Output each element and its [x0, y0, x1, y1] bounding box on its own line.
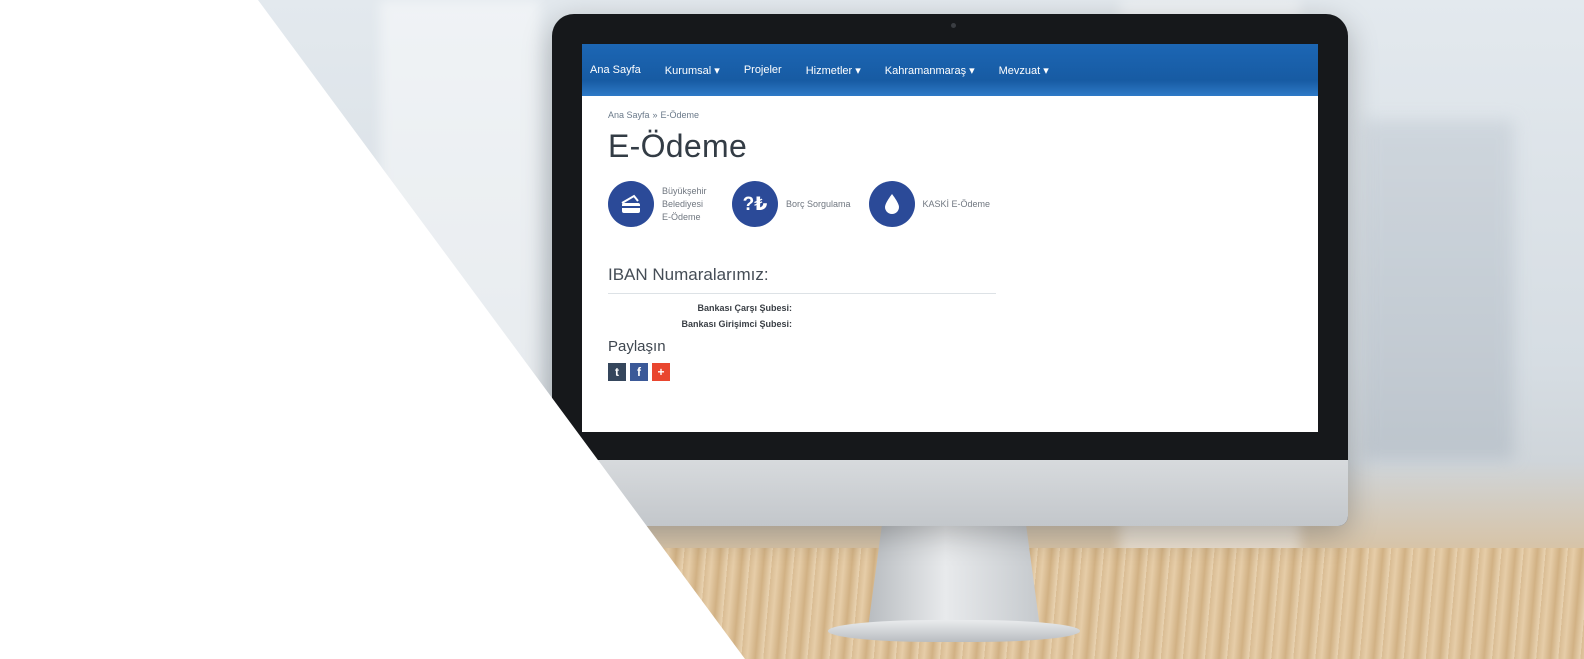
page-content: Ana Sayfa» E-Ödeme E-Ödeme Büyükşehir Bel… — [582, 96, 1318, 381]
breadcrumb-current: E-Ödeme — [660, 110, 700, 120]
monitor-screen: Ana Sayfa Kurumsal ▾ Projeler Hizmetler … — [582, 44, 1318, 432]
monitor-chin — [552, 460, 1348, 526]
monitor: Ana Sayfa Kurumsal ▾ Projeler Hizmetler … — [552, 14, 1348, 526]
facebook-icon[interactable]: f — [630, 363, 648, 381]
nav-item-mevzuat[interactable]: Mevzuat ▾ — [997, 60, 1051, 81]
share-heading: Paylaşın — [608, 338, 666, 355]
background-shelf — [1364, 120, 1514, 460]
iban-row: Bankası Çarşı Şubesi: — [697, 303, 792, 313]
payment-options: Büyükşehir Belediyesi E-Ödeme ?₺ Borç So… — [608, 181, 1290, 227]
card-payment-icon — [608, 181, 654, 227]
nav-item-hizmetler[interactable]: Hizmetler ▾ — [804, 60, 863, 81]
plus-share-icon[interactable]: + — [652, 363, 670, 381]
payment-label-line: Belediyesi — [662, 198, 704, 209]
payment-label-line: E-Ödeme — [662, 211, 701, 222]
payment-option-label: KASKİ E-Ödeme — [922, 198, 991, 209]
payment-label-line: Büyükşehir — [662, 185, 707, 196]
share-buttons: t f + — [608, 363, 1290, 381]
monitor-stand — [868, 526, 1040, 628]
top-navbar: Ana Sayfa Kurumsal ▾ Projeler Hizmetler … — [582, 44, 1318, 96]
monitor-stand-base — [828, 620, 1080, 642]
nav-item-projeler[interactable]: Projeler — [742, 60, 784, 80]
nav-item-ana-sayfa[interactable]: Ana Sayfa — [588, 60, 643, 80]
question-lira-glyph: ?₺ — [742, 193, 768, 215]
question-lira-icon: ?₺ — [732, 181, 778, 227]
breadcrumb-home-link[interactable]: Ana Sayfa — [608, 110, 650, 120]
payment-option-kaski[interactable]: KASKİ E-Ödeme — [868, 181, 991, 227]
iban-row: Bankası Girişimci Şubesi: — [681, 319, 792, 329]
payment-option-buyuksehir[interactable]: Büyükşehir Belediyesi E-Ödeme — [608, 181, 714, 227]
nav-item-kurumsal[interactable]: Kurumsal ▾ — [663, 60, 722, 81]
payment-option-borc-sorgulama[interactable]: ?₺ Borç Sorgulama — [732, 181, 851, 227]
divider — [608, 293, 996, 294]
breadcrumb-separator: » — [652, 110, 658, 120]
nav-item-kahramanmaras[interactable]: Kahramanmaraş ▾ — [883, 60, 977, 81]
water-drop-icon — [868, 181, 915, 227]
iban-heading: IBAN Numaralarımız: — [608, 265, 769, 284]
breadcrumb: Ana Sayfa» E-Ödeme — [608, 110, 1290, 120]
payment-option-label: Büyükşehir Belediyesi E-Ödeme — [662, 185, 714, 224]
tumblr-icon[interactable]: t — [608, 363, 626, 381]
page-title: E-Ödeme — [608, 128, 748, 164]
payment-option-label: Borç Sorgulama — [786, 198, 851, 209]
webcam-icon — [951, 23, 956, 28]
